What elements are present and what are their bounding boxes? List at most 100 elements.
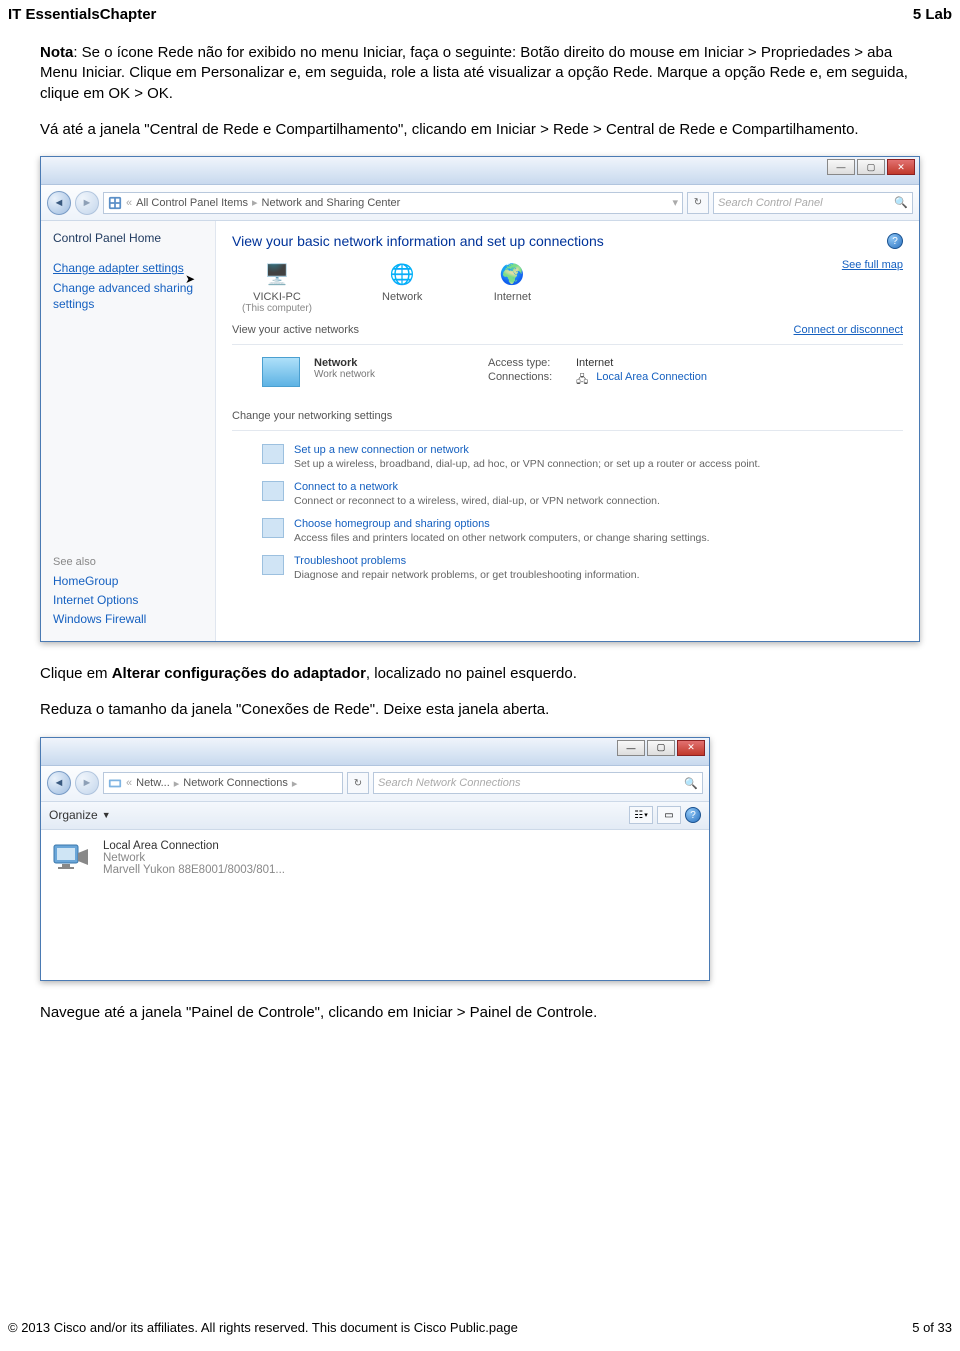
task-title: Connect to a network xyxy=(294,481,660,493)
paragraph-note: Nota: Se o ícone Rede não for exibido no… xyxy=(40,43,920,104)
window-network-sharing-center: — ▢ ✕ ◄ ► « All Control Panel Items ▸ Ne… xyxy=(40,156,920,642)
see-full-map-link[interactable]: See full map xyxy=(842,259,903,271)
network-diagram: 🖥️ VICKI-PC (This computer) 🌐 Network 🌍 … xyxy=(242,259,532,314)
control-panel-icon xyxy=(108,196,122,210)
connections-label: Connections: xyxy=(488,371,568,390)
breadcrumb-seg-2[interactable]: Network Connections xyxy=(183,777,288,789)
sidebar-see-also-label: See also xyxy=(53,556,203,568)
task-title: Choose homegroup and sharing options xyxy=(294,518,710,530)
note-label: Nota xyxy=(40,44,73,61)
organize-label: Organize xyxy=(49,808,98,822)
minimize-button[interactable]: — xyxy=(617,740,645,756)
access-type-value: Internet xyxy=(576,357,613,369)
task-desc: Access files and printers located on oth… xyxy=(294,532,710,544)
help-icon[interactable]: ? xyxy=(685,807,701,823)
titlebar: — ▢ ✕ xyxy=(41,157,919,185)
task-title: Set up a new connection or network xyxy=(294,444,760,456)
node-internet-label: Internet xyxy=(494,291,531,303)
task-homegroup[interactable]: Choose homegroup and sharing options Acc… xyxy=(232,513,903,550)
node-network: 🌐 Network xyxy=(382,259,422,303)
task-title: Troubleshoot problems xyxy=(294,555,640,567)
task-troubleshoot[interactable]: Troubleshoot problems Diagnose and repai… xyxy=(232,550,903,587)
access-type-label: Access type: xyxy=(488,357,568,369)
page-footer: © 2013 Cisco and/or its affiliates. All … xyxy=(0,1320,960,1335)
navigation-bar: ◄ ► « All Control Panel Items ▸ Network … xyxy=(41,185,919,221)
node-this-pc: 🖥️ VICKI-PC (This computer) xyxy=(242,259,312,314)
task-setup-connection[interactable]: Set up a new connection or network Set u… xyxy=(232,439,903,476)
forward-button[interactable]: ► xyxy=(75,771,99,795)
paragraph-click-adapter: Clique em Alterar configurações do adapt… xyxy=(40,664,920,684)
change-settings-header: Change your networking settings xyxy=(232,410,903,422)
breadcrumb-seg-1[interactable]: All Control Panel Items xyxy=(136,197,248,209)
sidebar-homegroup[interactable]: HomeGroup xyxy=(53,574,203,588)
chevron-icon: « xyxy=(126,777,132,789)
active-network-name: Network xyxy=(314,357,474,369)
maximize-button[interactable]: ▢ xyxy=(647,740,675,756)
footer-left: © 2013 Cisco and/or its affiliates. All … xyxy=(8,1320,518,1335)
globe-icon: 🌍 xyxy=(492,259,532,289)
preview-pane-button[interactable]: ▭ xyxy=(657,806,681,824)
connection-item[interactable]: Local Area Connection Network Marvell Yu… xyxy=(103,840,285,876)
task-desc: Set up a wireless, broadband, dial-up, a… xyxy=(294,458,760,470)
sidebar-windows-firewall[interactable]: Windows Firewall xyxy=(53,612,203,626)
task-desc: Diagnose and repair network problems, or… xyxy=(294,569,640,581)
view-mode-button[interactable]: ☷▾ xyxy=(629,806,653,824)
chevron-icon: ▸ xyxy=(292,777,298,790)
task-connect-network[interactable]: Connect to a network Connect or reconnec… xyxy=(232,476,903,513)
paragraph-resize-window: Reduza o tamanho da janela "Conexões de … xyxy=(40,700,920,720)
connect-icon xyxy=(262,481,284,501)
search-placeholder: Search Network Connections xyxy=(378,777,520,789)
sidebar-advanced-sharing[interactable]: Change advanced sharing settings xyxy=(53,281,203,312)
connection-status: Network xyxy=(103,852,285,864)
network-type-icon xyxy=(262,357,300,387)
titlebar: — ▢ ✕ xyxy=(41,738,709,766)
breadcrumb-seg-1[interactable]: Netw... xyxy=(136,777,170,789)
search-icon: 🔍 xyxy=(684,777,698,790)
connection-device: Marvell Yukon 88E8001/8003/801... xyxy=(103,864,285,876)
close-button[interactable]: ✕ xyxy=(887,159,915,175)
dropdown-icon[interactable]: ▾ xyxy=(672,196,678,209)
main-panel: View your basic network information and … xyxy=(216,221,919,641)
search-input[interactable]: Search Control Panel 🔍 xyxy=(713,192,913,214)
sidebar-internet-options[interactable]: Internet Options xyxy=(53,593,203,607)
setup-icon xyxy=(262,444,284,464)
refresh-button[interactable]: ↻ xyxy=(687,192,709,214)
back-button[interactable]: ◄ xyxy=(47,771,71,795)
sidebar-link-text: Change adapter settings xyxy=(53,261,184,275)
connect-disconnect-link[interactable]: Connect or disconnect xyxy=(794,324,903,336)
header-right: 5 Lab xyxy=(913,6,952,23)
task-desc: Connect or reconnect to a wireless, wire… xyxy=(294,495,660,507)
refresh-button[interactable]: ↻ xyxy=(347,772,369,794)
organize-button[interactable]: Organize ▼ xyxy=(49,808,111,822)
connection-name: Local Area Connection xyxy=(103,840,285,852)
troubleshoot-icon xyxy=(262,555,284,575)
footer-right: 5 of 33 xyxy=(912,1320,952,1335)
chevron-icon: « xyxy=(126,197,132,209)
connections-list: Local Area Connection Network Marvell Yu… xyxy=(41,830,709,980)
address-bar[interactable]: « Netw... ▸ Network Connections ▸ xyxy=(103,772,343,794)
forward-button[interactable]: ► xyxy=(75,191,99,215)
paragraph-nav-cp: Navegue até a janela "Painel de Controle… xyxy=(40,1003,920,1023)
help-icon[interactable]: ? xyxy=(887,233,903,249)
node-pc-sub: (This computer) xyxy=(242,303,312,314)
note-text: : Se o ícone Rede não for exibido no men… xyxy=(40,44,908,102)
p3-bold: Alterar configurações do adaptador xyxy=(112,665,366,682)
maximize-button[interactable]: ▢ xyxy=(857,159,885,175)
active-network-row: Network Work network Access type: Intern… xyxy=(232,353,903,402)
paragraph-nav-nsc: Vá até a janela "Central de Rede e Compa… xyxy=(40,120,920,140)
address-bar[interactable]: « All Control Panel Items ▸ Network and … xyxy=(103,192,683,214)
sidebar-home[interactable]: Control Panel Home xyxy=(53,231,203,245)
search-icon: 🔍 xyxy=(894,196,908,209)
search-placeholder: Search Control Panel xyxy=(718,197,823,209)
connections-value[interactable]: Local Area Connection xyxy=(596,371,707,390)
cursor-icon: ➤ xyxy=(185,272,195,286)
search-input[interactable]: Search Network Connections 🔍 xyxy=(373,772,703,794)
active-network-type[interactable]: Work network xyxy=(314,369,474,380)
header-left: IT EssentialsChapter xyxy=(8,6,156,23)
sidebar-change-adapter-settings[interactable]: Change adapter settings ➤ xyxy=(53,261,203,275)
breadcrumb-seg-2[interactable]: Network and Sharing Center xyxy=(262,197,401,209)
close-button[interactable]: ✕ xyxy=(677,740,705,756)
node-internet: 🌍 Internet xyxy=(492,259,532,303)
minimize-button[interactable]: — xyxy=(827,159,855,175)
back-button[interactable]: ◄ xyxy=(47,191,71,215)
